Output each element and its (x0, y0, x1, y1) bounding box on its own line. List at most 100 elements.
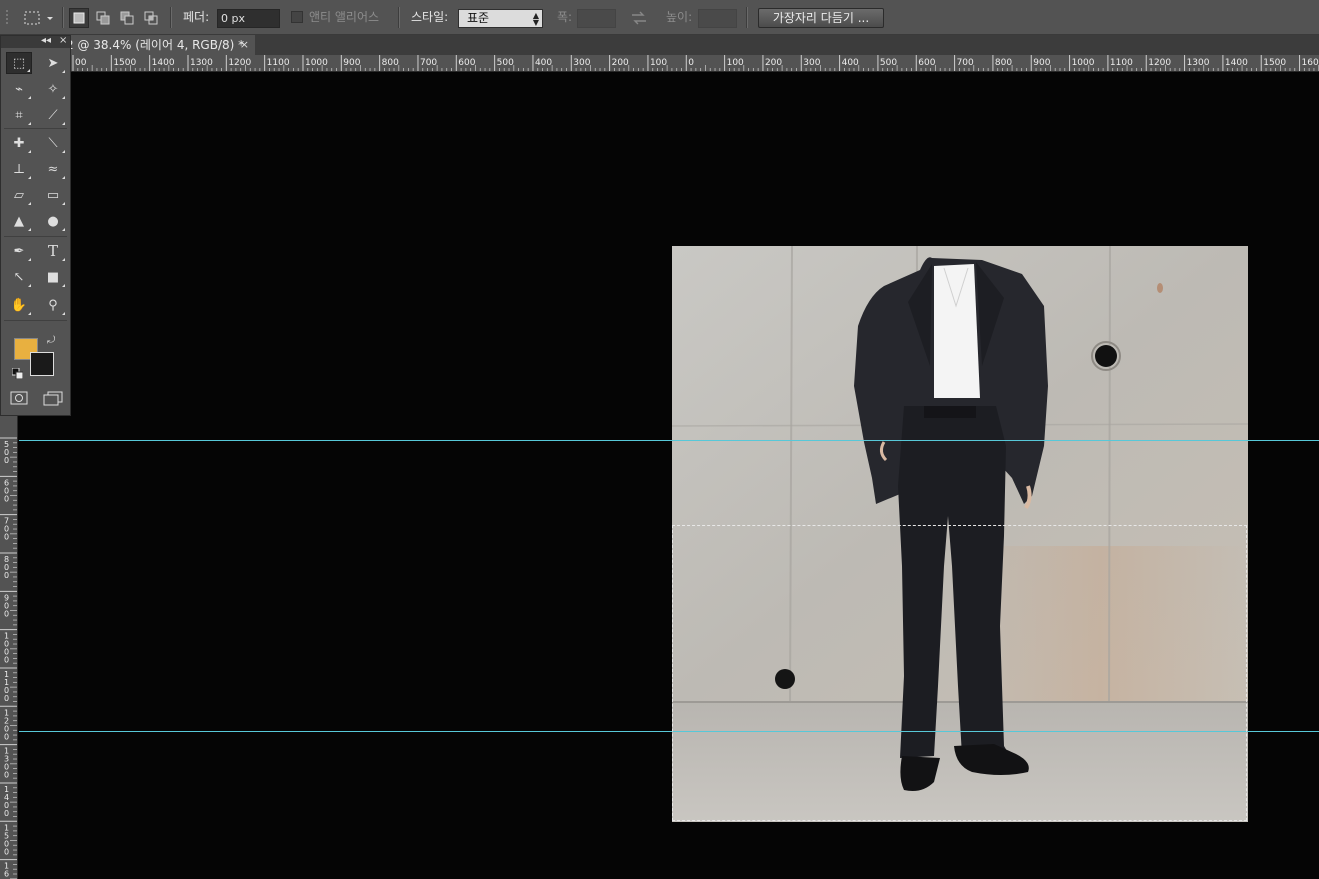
guide-line-horizontal[interactable] (19, 440, 1319, 441)
flyout-indicator (62, 312, 65, 315)
ruler-label: 1300 (1187, 58, 1210, 68)
add-selection-button[interactable] (93, 8, 113, 28)
feather-input[interactable]: 0 px (217, 9, 280, 28)
ruler-label: 1000 (1072, 58, 1095, 68)
tool-healing[interactable]: ✚ (6, 132, 32, 154)
eyedropper-icon: ⟋ (48, 107, 58, 123)
flyout-indicator (62, 176, 65, 179)
tool-zoom[interactable]: ⚲ (40, 294, 66, 316)
ruler-label: 400 (535, 58, 552, 68)
flyout-indicator (62, 258, 65, 261)
ruler-label: 400 (842, 58, 859, 68)
flyout-indicator (28, 228, 31, 231)
close-icon[interactable]: × (59, 35, 67, 46)
quick-mask-icon[interactable] (10, 391, 28, 408)
ruler-label: 600 (458, 58, 475, 68)
screen-mode-icon[interactable] (43, 391, 63, 410)
height-label: 높이: (666, 10, 693, 24)
rect-marquee-icon (24, 11, 53, 24)
document-tab[interactable]: 2 @ 38.4% (레이어 4, RGB/8) * × (40, 35, 255, 55)
tool-crop[interactable]: ⌗ (6, 104, 32, 126)
swap-dimensions-button[interactable] (630, 0, 648, 35)
width-input[interactable] (577, 9, 616, 28)
zoom-icon: ⚲ (48, 297, 58, 313)
width-label: 폭: (557, 10, 573, 24)
horizontal-ruler[interactable]: 00 1500 1400 1300 1200 1100 1000 900 800 700 600 50… (19, 55, 1319, 72)
crop-icon: ⌗ (15, 107, 23, 123)
ruler-label: 100 (650, 58, 667, 68)
ruler-label: 0 (688, 58, 694, 68)
tool-blur[interactable]: ▲ (6, 210, 32, 232)
ruler-label: 500 (880, 58, 897, 68)
gradient-icon: ▭ (46, 187, 60, 203)
swap-colors-icon[interactable]: ⤾ (47, 335, 55, 346)
hand-icon: ✋ (10, 297, 28, 313)
tool-separator (4, 236, 67, 237)
style-select[interactable]: 표준 ▲ ▼ (458, 9, 543, 28)
flyout-indicator (62, 202, 65, 205)
collapse-icon[interactable]: ◂◂ (41, 35, 51, 46)
tool-preset-picker[interactable] (22, 0, 58, 35)
new-selection-button[interactable] (69, 8, 89, 28)
canvas-area[interactable] (19, 72, 1319, 879)
ruler-label: 1400 (152, 58, 175, 68)
flyout-indicator (27, 69, 30, 72)
ruler-label: 0 (4, 847, 9, 856)
ruler-label: 6 (4, 870, 9, 879)
height-input[interactable] (698, 9, 737, 28)
tool-pen[interactable]: ✒ (6, 240, 32, 262)
close-icon[interactable]: × (240, 35, 249, 55)
subtract-selection-button[interactable] (117, 8, 137, 28)
style-label: 스타일: (411, 10, 449, 24)
polygon-lasso-icon: ⌁ (15, 81, 23, 97)
ruler-label: 1100 (1110, 58, 1133, 68)
flyout-indicator (62, 150, 65, 153)
rectangle-shape-icon: ■ (46, 269, 60, 285)
tool-brush[interactable]: ⟍ (40, 132, 66, 154)
pen-icon: ✒ (13, 243, 25, 259)
ruler-label: 1200 (1148, 58, 1171, 68)
refine-edge-button[interactable]: 가장자리 다듬기 ... (758, 8, 884, 28)
panel-grip[interactable] (6, 0, 10, 35)
tool-type[interactable]: T (40, 240, 66, 262)
tools-panel-header[interactable]: ◂◂ × (1, 35, 70, 48)
tool-separator (4, 128, 67, 129)
flyout-indicator (28, 176, 31, 179)
ruler-ticks: 00 1500 1400 1300 1200 1100 1000 900 800 700 600 50… (72, 55, 1319, 71)
flyout-indicator (28, 202, 31, 205)
tool-move[interactable]: ➤ (40, 52, 66, 74)
antialias-checkbox[interactable] (291, 11, 303, 23)
tool-history-brush[interactable]: ≈ (40, 158, 66, 180)
intersect-selection-button[interactable] (141, 8, 161, 28)
tool-hand[interactable]: ✋ (6, 294, 32, 316)
ruler-label: 1000 (305, 58, 328, 68)
ruler-label: 0 (4, 771, 9, 780)
tool-magic-wand[interactable]: ✧ (40, 78, 66, 100)
flyout-indicator (62, 70, 65, 73)
move-icon: ➤ (47, 55, 59, 71)
default-colors-icon[interactable] (11, 367, 24, 382)
ruler-label: 0 (4, 533, 9, 542)
marquee-selection[interactable] (672, 525, 1247, 821)
ruler-label: 600 (918, 58, 935, 68)
ruler-label: 0 (4, 571, 9, 580)
tool-stamp[interactable]: ⊥ (6, 158, 32, 180)
background-color-swatch[interactable] (30, 352, 54, 376)
tool-marquee[interactable]: ⬚ (6, 52, 32, 74)
tool-shape[interactable]: ■ (40, 266, 66, 288)
ruler-label: 0 (4, 609, 9, 618)
swap-arrows-icon (632, 11, 646, 24)
tool-gradient[interactable]: ▭ (40, 184, 66, 206)
separator (746, 7, 748, 28)
tool-lasso[interactable]: ⌁ (6, 78, 32, 100)
tool-eyedropper[interactable]: ⟋ (40, 104, 66, 126)
tool-path-select[interactable]: ↖ (6, 266, 32, 288)
ruler-label: 800 (995, 58, 1012, 68)
ruler-label: 0 (4, 494, 9, 503)
tool-dodge[interactable]: ● (40, 210, 66, 232)
flyout-indicator (28, 122, 31, 125)
ruler-label: 300 (573, 58, 590, 68)
subtract-selection-icon (120, 11, 134, 25)
style-select-value: 표준 (467, 11, 490, 25)
tool-eraser[interactable]: ▱ (6, 184, 32, 206)
